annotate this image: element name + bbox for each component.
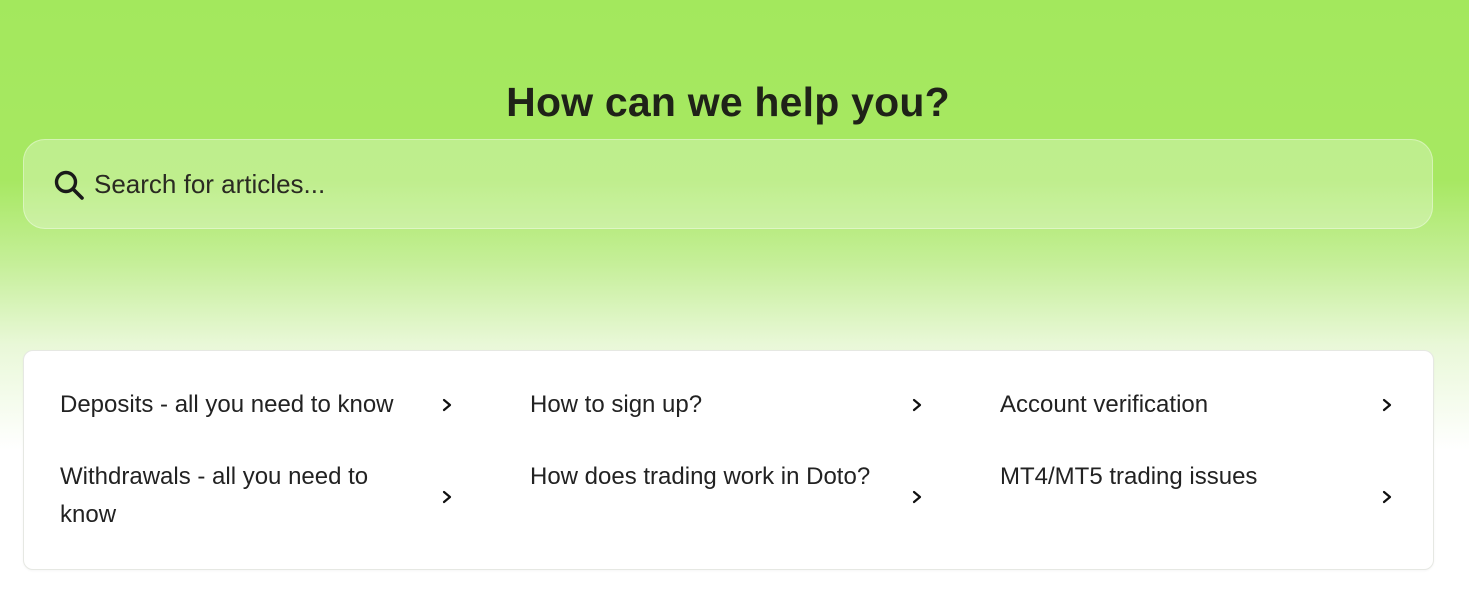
article-title: MT4/MT5 trading issues: [1000, 463, 1258, 490]
article-link-sign-up[interactable]: How to sign up?: [530, 386, 930, 426]
chevron-right-icon: [1382, 490, 1392, 504]
article-link-trading-doto[interactable]: How does trading work in Doto?: [530, 458, 930, 538]
article-title: How does trading work in Doto?: [530, 463, 871, 490]
article-title: Account verification: [1000, 391, 1209, 418]
article-link-withdrawals[interactable]: Withdrawals - all you need to know: [60, 458, 460, 538]
popular-articles-card: Deposits - all you need to know How to s…: [23, 350, 1434, 570]
article-title: How to sign up?: [530, 391, 703, 418]
page-title: How can we help you?: [506, 79, 950, 126]
chevron-right-icon: [442, 490, 452, 504]
article-title: Deposits - all you need to know: [60, 391, 394, 418]
article-link-deposits[interactable]: Deposits - all you need to know: [60, 386, 460, 426]
chevron-right-icon: [1382, 398, 1392, 412]
search-icon: [54, 170, 84, 200]
article-link-mt4-mt5-issues[interactable]: MT4/MT5 trading issues: [1000, 458, 1400, 538]
article-link-account-verification[interactable]: Account verification: [1000, 386, 1400, 426]
article-title: Withdrawals - all you need to know: [60, 463, 369, 528]
chevron-right-icon: [912, 490, 922, 504]
chevron-right-icon: [912, 398, 922, 412]
search-input[interactable]: [94, 160, 1394, 208]
chevron-right-icon: [442, 398, 452, 412]
search-bar[interactable]: [23, 139, 1433, 229]
